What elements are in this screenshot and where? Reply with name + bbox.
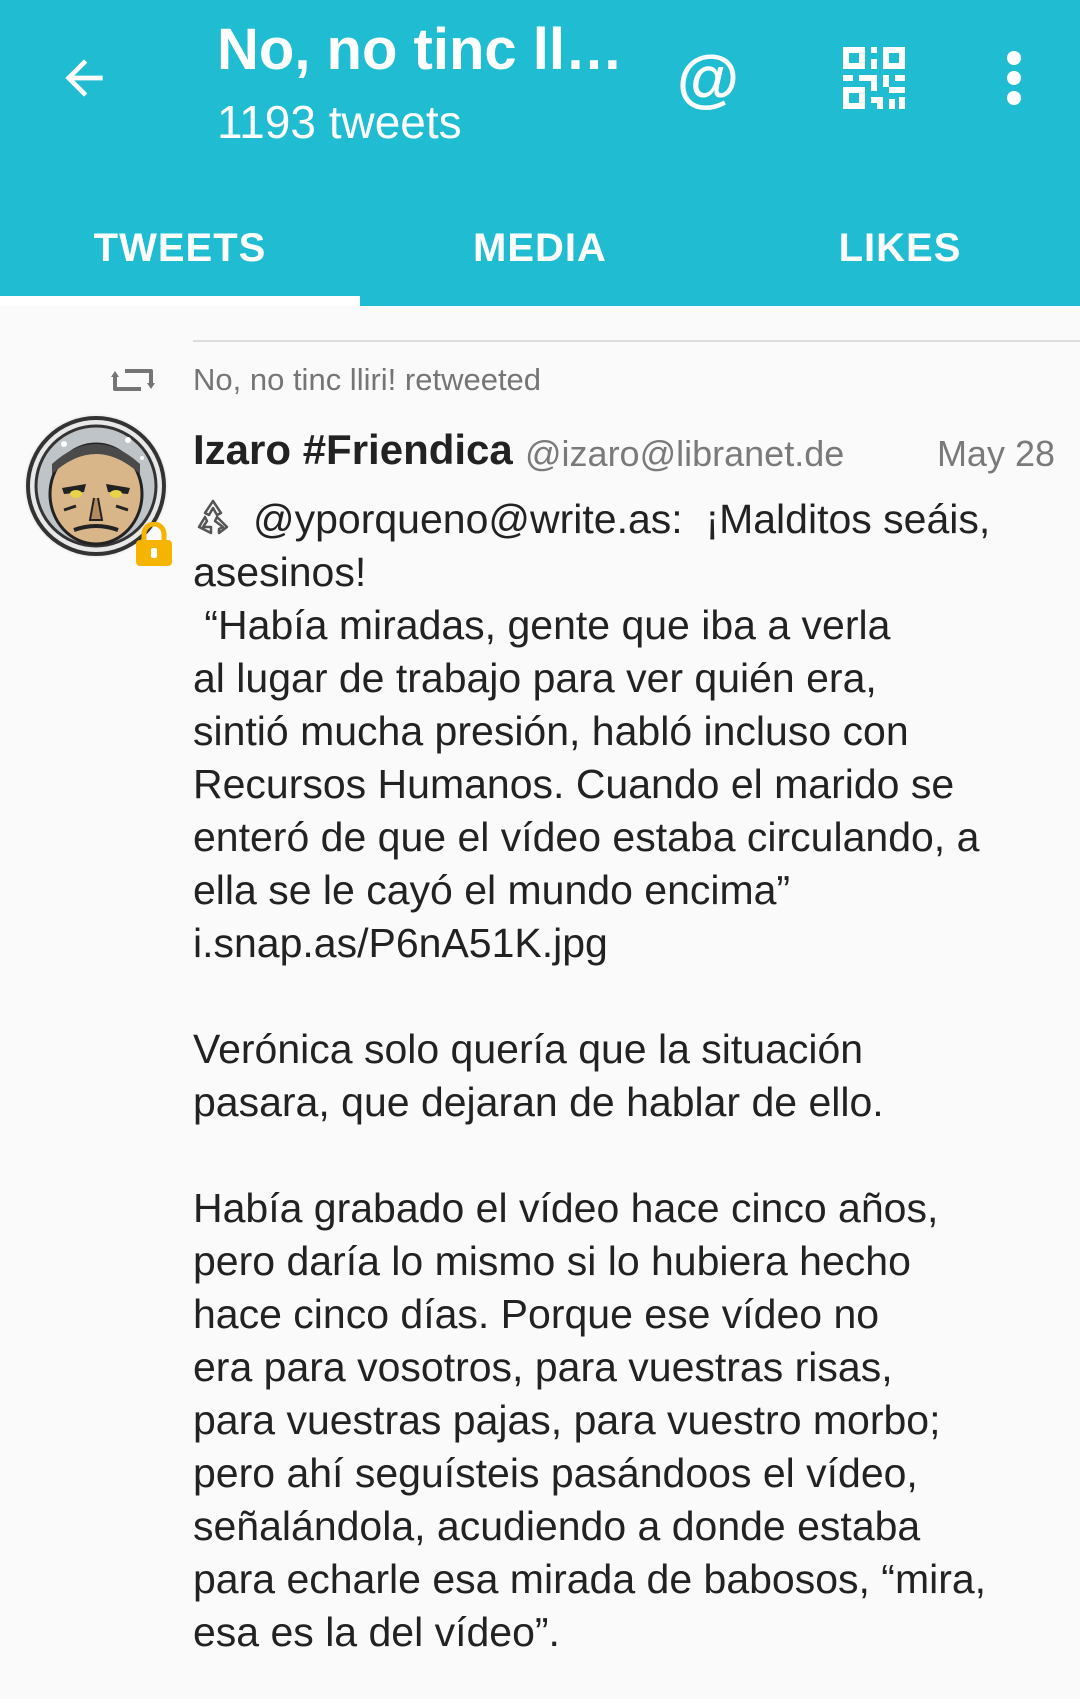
retweet-indicator: No, no tinc lliri! retweeted	[110, 358, 541, 402]
active-tab-indicator	[0, 296, 360, 306]
recycle-icon	[197, 499, 229, 535]
qr-code-button[interactable]	[830, 34, 918, 122]
more-options-button[interactable]	[970, 34, 1058, 122]
tweet-text: @yporqueno@write.as: ¡Malditos seáis, as…	[193, 496, 991, 1655]
tab-media[interactable]: MEDIA	[360, 190, 720, 306]
tab-media-label: MEDIA	[473, 225, 607, 270]
more-vert-icon	[1007, 51, 1021, 105]
at-icon: @	[676, 42, 740, 114]
tweet-header: Izaro #Friendica @izaro@libranet.de May …	[193, 420, 1063, 480]
tweet-text-container[interactable]: @yporqueno@write.as: ¡Malditos seáis, as…	[193, 493, 1073, 1659]
lock-icon	[134, 521, 174, 568]
author-handle[interactable]: @izaro@libranet.de	[525, 424, 844, 484]
tab-tweets-label: TWEETS	[93, 225, 267, 270]
tab-bar: TWEETS MEDIA LIKES	[0, 190, 1080, 306]
tab-likes[interactable]: LIKES	[720, 190, 1080, 306]
tweet-date: May 28	[936, 433, 1055, 474]
back-button[interactable]	[40, 34, 128, 122]
author-name[interactable]: Izaro #Friendica	[193, 420, 513, 480]
mention-button[interactable]: @	[660, 34, 756, 122]
retweeted-by-label: No, no tinc lliri! retweeted	[193, 362, 542, 397]
tweet-divider	[193, 340, 1080, 342]
app-bar: No, no tinc ll… 1193 tweets @ TWEETS MED…	[0, 0, 1080, 306]
tab-tweets[interactable]: TWEETS	[0, 190, 360, 306]
qr-code-icon	[843, 47, 905, 109]
arrow-left-icon	[65, 59, 103, 97]
retweet-icon	[110, 358, 156, 402]
tab-likes-label: LIKES	[838, 225, 962, 270]
tweet-count: 1193 tweets	[217, 96, 462, 148]
page-title: No, no tinc ll…	[217, 17, 623, 82]
